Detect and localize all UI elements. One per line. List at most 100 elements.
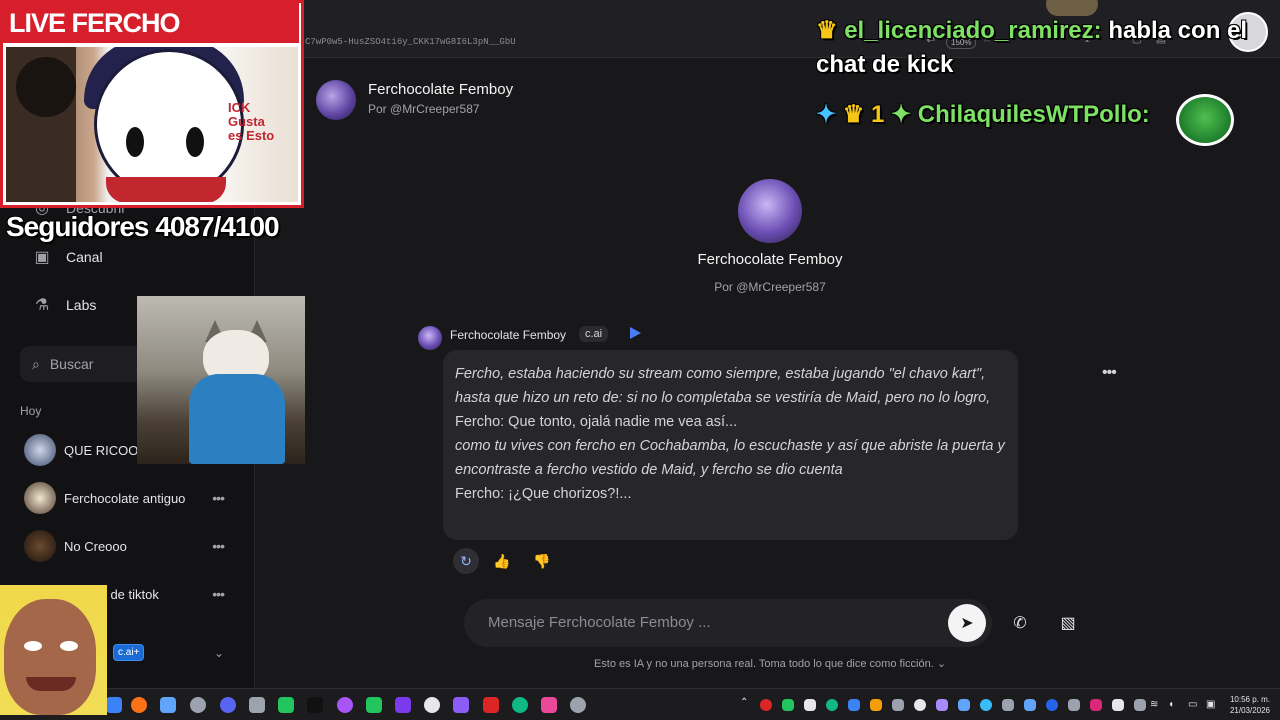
address-bar[interactable]: C7wP0w5-HusZSO4ti6y_CKK17wG8I6L3pN__GbU	[305, 37, 516, 47]
battery-icon[interactable]: ▭	[1188, 699, 1200, 711]
wifi-icon[interactable]: ≋	[1150, 699, 1162, 711]
sidebar-item-channel[interactable]: ▣ Canal	[32, 247, 102, 267]
tray-icon[interactable]	[804, 699, 816, 711]
message-input[interactable]: Mensaje Ferchocolate Femboy ... ➤	[464, 599, 992, 647]
cartoon-eye	[126, 127, 144, 157]
tray-icon[interactable]	[980, 699, 992, 711]
discord-icon[interactable]	[220, 697, 236, 713]
ai-disclaimer[interactable]: Esto es IA y no una persona real. Toma t…	[256, 657, 1280, 670]
sidebar-item-labs[interactable]: ⚗ Labs	[32, 295, 97, 315]
more-options-icon[interactable]: •••	[212, 538, 225, 554]
cartoon-eye	[186, 127, 204, 157]
sign-text: ICK	[228, 100, 251, 115]
bluetooth-icon[interactable]	[1046, 699, 1058, 711]
network-icon[interactable]: ▣	[1206, 699, 1218, 711]
tray-icon[interactable]	[782, 699, 794, 711]
chat-panel: Ferchocolate Femboy Por @MrCreeper587 Fe…	[256, 58, 1280, 688]
thumbs-up-icon[interactable]: 👍	[489, 548, 515, 574]
background-sign: ICK Gusta es Esto	[228, 101, 274, 143]
tray-icon[interactable]	[826, 699, 838, 711]
followers-counter: Seguidores 4087/4100	[6, 211, 280, 242]
flask-icon: ⚗	[34, 297, 50, 314]
app-icon[interactable]	[160, 697, 176, 713]
screen: C7wP0w5-HusZSO4ti6y_CKK17wG8I6L3pN__GbU …	[0, 0, 1280, 720]
channel-icon: ▣	[34, 249, 50, 266]
search-label: Buscar	[49, 356, 94, 372]
live-overlay-frame: LIVE FERCHO REACTION ICK Gusta es Esto	[0, 0, 304, 208]
sparkle-icon: ✦	[891, 101, 912, 128]
app-icon[interactable]	[424, 697, 440, 713]
character-creator[interactable]: Por @MrCreeper587	[256, 280, 1280, 294]
app-icon[interactable]	[106, 697, 122, 713]
message-options-icon[interactable]: •••	[1102, 364, 1117, 382]
conversation-item[interactable]: Ferchocolate antiguo •••	[24, 482, 234, 514]
plus-badge[interactable]: c.ai+	[113, 644, 145, 661]
chevron-down-icon: ⌄	[936, 658, 947, 670]
tray-icon[interactable]	[1090, 699, 1102, 711]
live-overlay-title: LIVE FERCHO REACTION	[3, 3, 299, 78]
crown-icon: ♛	[816, 17, 838, 44]
message-line: Fercho: Que tonto, ojalá nadie me vea as…	[455, 414, 738, 430]
tiktok-icon[interactable]	[541, 697, 557, 713]
call-icon[interactable]: ✆	[1006, 609, 1034, 637]
tray-chevron-icon[interactable]: ⌃	[740, 697, 750, 713]
header-avatar[interactable]	[316, 80, 356, 120]
app-icon[interactable]	[453, 697, 469, 713]
webcam-eye	[60, 641, 78, 651]
chat-username: ChilaquilesWTPollo:	[917, 101, 1150, 128]
app-icon[interactable]	[512, 697, 528, 713]
webcam-overlay	[0, 585, 107, 715]
avatar	[24, 434, 56, 466]
send-button[interactable]: ➤	[948, 604, 986, 642]
volume-icon[interactable]: ◖	[1168, 699, 1180, 711]
tray-icon[interactable]	[1024, 699, 1036, 711]
app-icon[interactable]	[190, 697, 206, 713]
firefox-icon[interactable]	[131, 697, 147, 713]
tray-icon[interactable]	[1112, 699, 1124, 711]
section-label-today: Hoy	[20, 404, 42, 418]
image-gen-icon[interactable]: ▧	[1054, 609, 1082, 637]
cartoon-body	[106, 177, 226, 202]
message-line: Fercho, estaba haciendo su stream como s…	[455, 366, 991, 406]
conversation-item[interactable]: No Creooo •••	[24, 530, 234, 562]
taskbar: ⌃ ≋ ◖ ▭ ▣ 10:56 p. m. 21/03/2026	[0, 688, 1280, 720]
app-icon[interactable]	[483, 697, 499, 713]
conversation-item[interactable]: to de tiktok •••	[96, 578, 234, 610]
tray-icon[interactable]	[870, 699, 882, 711]
tray-icon[interactable]	[958, 699, 970, 711]
message-avatar	[418, 326, 442, 350]
taskbar-clock[interactable]: 10:56 p. m. 21/03/2026	[1222, 694, 1270, 716]
more-options-icon[interactable]: •••	[212, 490, 225, 506]
message-input-placeholder: Mensaje Ferchocolate Femboy ...	[488, 614, 711, 631]
tray-icon[interactable]	[848, 699, 860, 711]
play-audio-icon[interactable]	[630, 327, 641, 339]
tray-icon[interactable]	[1002, 699, 1014, 711]
chat-message-overlay: ♛ el_licenciado_ramirez: habla con el ch…	[816, 14, 1276, 82]
regenerate-icon[interactable]: ↻	[453, 548, 479, 574]
avatar	[24, 530, 56, 562]
kick-icon[interactable]	[278, 697, 294, 713]
more-options-icon[interactable]: •••	[212, 586, 225, 602]
search-icon: ⌕	[32, 355, 40, 372]
settings-icon[interactable]	[570, 697, 586, 713]
disclaimer-text: Esto es IA y no una persona real. Toma t…	[593, 658, 934, 670]
thumbs-down-icon[interactable]: 👎	[529, 548, 555, 574]
person-hair	[16, 57, 76, 117]
tray-icon[interactable]	[1068, 699, 1080, 711]
tray-icon[interactable]	[1134, 699, 1146, 711]
header-creator[interactable]: Por @MrCreeper587	[368, 102, 480, 116]
tray-icon[interactable]	[760, 699, 772, 711]
chevron-down-icon[interactable]: ⌄	[214, 646, 224, 660]
app-icon[interactable]	[395, 697, 411, 713]
header-character-name[interactable]: Ferchocolate Femboy	[368, 81, 513, 98]
app-icon[interactable]	[249, 697, 265, 713]
app-icon[interactable]	[337, 697, 353, 713]
app-icon[interactable]	[366, 697, 382, 713]
tray-icon[interactable]	[936, 699, 948, 711]
app-icon[interactable]	[307, 697, 323, 713]
message-bubble: Fercho, estaba haciendo su stream como s…	[443, 350, 1018, 540]
cat-meme-overlay	[137, 296, 305, 464]
tray-icon[interactable]	[892, 699, 904, 711]
tray-icon[interactable]	[914, 699, 926, 711]
cat-jacket	[189, 374, 285, 464]
